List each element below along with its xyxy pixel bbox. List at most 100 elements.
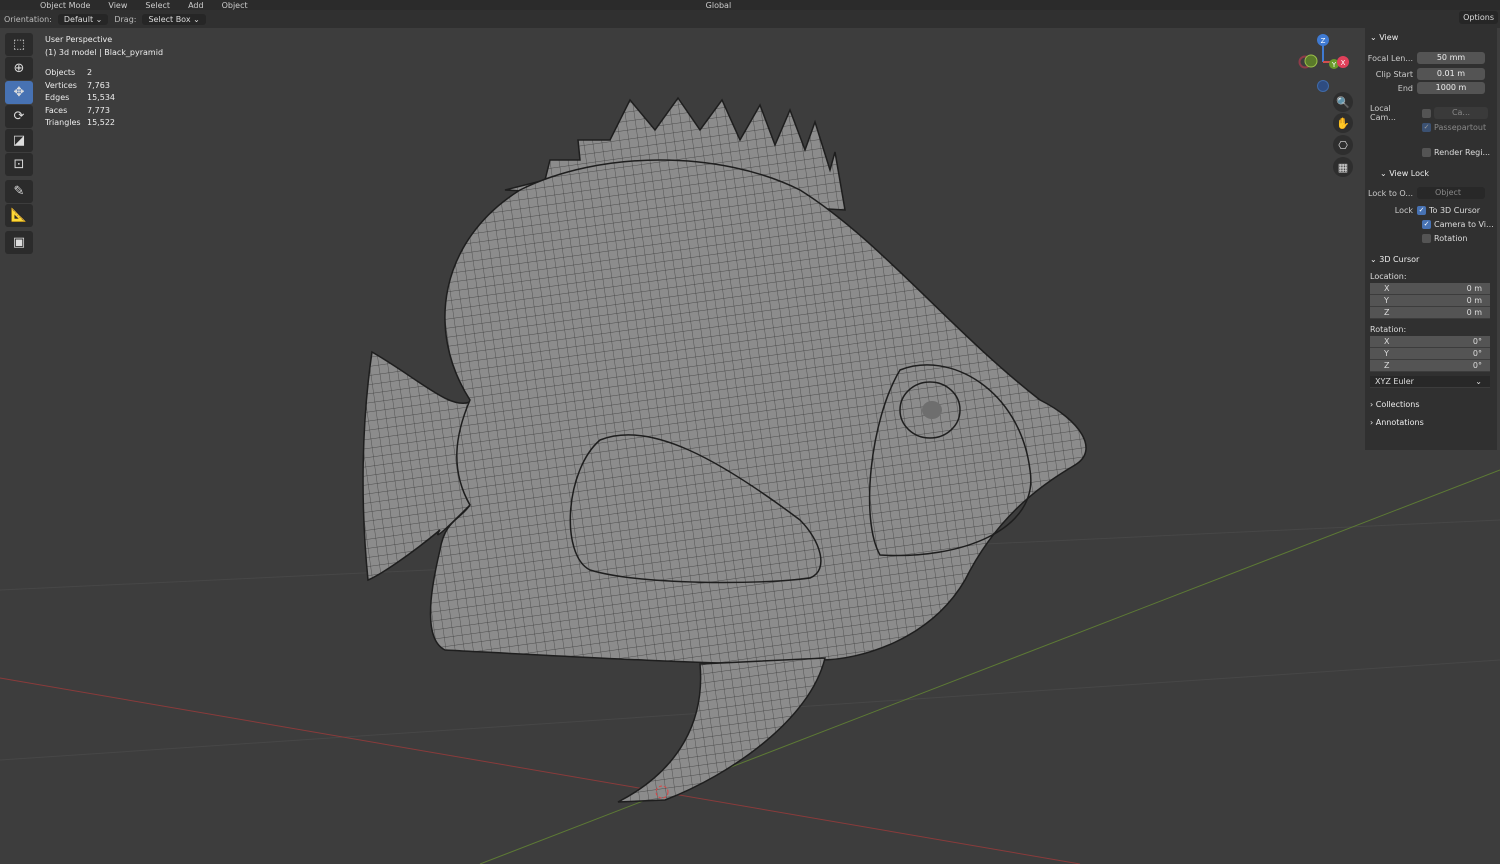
stat-label: Vertices: [45, 80, 77, 90]
orientation-dropdown[interactable]: Default ⌄: [57, 13, 109, 25]
camera-view-button[interactable]: ⎔: [1333, 135, 1353, 155]
add-cube-icon: ▣: [12, 235, 26, 250]
fish-body: [429, 159, 1087, 665]
menu-object[interactable]: Object: [222, 1, 248, 10]
transform-orientation-dropdown[interactable]: Global: [706, 1, 732, 10]
pan-button[interactable]: ✋: [1333, 113, 1353, 133]
lock-rotation-label: Rotation: [1434, 233, 1468, 243]
rotation-mode-value: XYZ Euler: [1375, 377, 1414, 386]
stat-row: Vertices 7,763: [45, 80, 163, 93]
options-button[interactable]: Options: [1459, 11, 1498, 24]
add-cube-tool[interactable]: ▣: [5, 231, 33, 254]
object-mode-dropdown[interactable]: Object Mode: [40, 1, 90, 10]
fish-mesh[interactable]: [362, 96, 1087, 803]
navigation-gizmo[interactable]: Z Y X: [1298, 34, 1350, 92]
menu-add[interactable]: Add: [188, 1, 204, 10]
camera-to-view-label: Camera to Vi...: [1434, 219, 1494, 229]
annotations-header[interactable]: › Annotations: [1365, 414, 1497, 430]
stat-value: 7,773: [87, 105, 110, 115]
clip-start-field[interactable]: 0.01 m: [1417, 68, 1485, 80]
scale-icon: ◪: [12, 133, 26, 148]
cursor-rotation-z-field[interactable]: Z 0°: [1370, 360, 1490, 372]
stat-label: Objects: [45, 68, 76, 77]
axis-value: 0°: [1472, 349, 1482, 358]
active-object-label: (1) 3d model | Black_pyramid: [45, 47, 164, 57]
eye-center: [922, 401, 942, 419]
stat-row: Edges 15,534: [45, 92, 163, 105]
x-axis-line: [0, 677, 1081, 864]
lock-to-object-field[interactable]: Object: [1417, 187, 1485, 199]
axis-value: 0 m: [1466, 308, 1482, 317]
cursor-tool[interactable]: ⊕: [5, 57, 33, 80]
tool-settings-bar: Orientation: Default ⌄ Drag: Select Box …: [0, 10, 1500, 28]
gizmo-y-label: Y: [1331, 61, 1337, 69]
cursor-rotation-x-field[interactable]: X 0°: [1370, 336, 1490, 348]
zoom-button[interactable]: 🔍: [1333, 92, 1353, 112]
camera-icon: ⎔: [1338, 138, 1348, 152]
lock-to-object-label: Lock to O...: [1368, 188, 1413, 198]
move-tool[interactable]: ✥: [5, 81, 33, 104]
stat-value: 2: [87, 68, 93, 77]
axis-label: Z: [1384, 308, 1390, 317]
local-camera-field[interactable]: Ca...: [1434, 107, 1488, 119]
zoom-icon: 🔍: [1336, 95, 1350, 109]
stat-value: 15,534: [87, 93, 115, 102]
local-camera-checkbox[interactable]: [1422, 108, 1431, 118]
tool-shelf: ⬚ ⊕ ✥ ⟳ ◪ ⊡ ✎ 📐 ▣: [5, 33, 33, 255]
cursor-location-y-field[interactable]: Y 0 m: [1370, 295, 1490, 307]
stat-label: Faces: [45, 105, 68, 115]
passepartout-checkbox[interactable]: ✓: [1422, 122, 1431, 132]
stat-row: Objects 2: [45, 67, 163, 80]
3d-cursor-header[interactable]: ⌄ 3D Cursor: [1365, 251, 1497, 267]
hand-icon: ✋: [1336, 116, 1350, 130]
lock-to-cursor-label: To 3D Cursor: [1429, 205, 1481, 215]
clip-end-label: End: [1397, 83, 1413, 93]
camera-to-view-checkbox[interactable]: ✓: [1422, 219, 1431, 229]
axis-label: X: [1384, 337, 1390, 346]
measure-tool[interactable]: 📐: [5, 204, 33, 227]
sidebar-n-panel: ⌄ View Focal Len... 50 mm Clip Start 0.01 …: [1365, 28, 1497, 450]
drag-dropdown[interactable]: Select Box ⌄: [142, 13, 206, 25]
cursor-rotation-y-field[interactable]: Y 0°: [1370, 348, 1490, 360]
stat-label: Edges: [45, 93, 70, 102]
rotate-tool[interactable]: ⟳: [5, 105, 33, 128]
cursor-icon: ⊕: [13, 61, 25, 76]
clip-start-label: Clip Start: [1375, 69, 1413, 79]
3d-viewport[interactable]: Z Y X: [0, 28, 1500, 864]
collections-header[interactable]: › Collections: [1365, 396, 1497, 412]
cursor-location-z-field[interactable]: Z 0 m: [1370, 307, 1490, 319]
header-bar: Object Mode View Select Add Object Globa…: [0, 0, 1500, 10]
view-section-header[interactable]: ⌄ View: [1365, 29, 1497, 45]
menu-view[interactable]: View: [108, 1, 127, 10]
axis-label: Y: [1384, 296, 1389, 305]
annotate-tool[interactable]: ✎: [5, 180, 33, 203]
gizmo-z-label: Z: [1321, 37, 1326, 45]
lock-rotation-checkbox[interactable]: [1422, 233, 1431, 243]
cursor-location-x-field[interactable]: X 0 m: [1370, 283, 1490, 295]
move-icon: ✥: [13, 85, 25, 100]
drag-value: Select Box: [148, 14, 191, 24]
axis-value: 0 m: [1466, 284, 1482, 293]
orientation-label: Orientation:: [4, 14, 52, 24]
viewport-info-overlay: User Perspective (1) 3d model | Black_py…: [45, 34, 163, 130]
axis-label: X: [1384, 284, 1390, 293]
stat-row: Triangles 15,522: [45, 117, 163, 130]
menu-select[interactable]: Select: [145, 1, 170, 10]
passepartout-label: Passepartout: [1434, 122, 1487, 132]
stat-row: Faces 7,773: [45, 105, 163, 118]
view-lock-header[interactable]: ⌄ View Lock: [1365, 165, 1497, 181]
axis-label: Z: [1384, 361, 1390, 370]
scale-tool[interactable]: ◪: [5, 129, 33, 152]
stat-label: Triangles: [45, 118, 81, 127]
annotations-title: Annotations: [1375, 417, 1424, 427]
ortho-toggle-button[interactable]: ▦: [1333, 157, 1353, 177]
lock-to-cursor-checkbox[interactable]: ✓: [1417, 205, 1426, 215]
rotation-mode-dropdown[interactable]: XYZ Euler ⌄: [1370, 376, 1490, 388]
clip-end-field[interactable]: 1000 m: [1417, 82, 1485, 94]
render-region-checkbox[interactable]: [1422, 147, 1431, 157]
gizmo-x-label: X: [1341, 59, 1346, 67]
select-box-tool[interactable]: ⬚: [5, 33, 33, 56]
location-label: Location:: [1370, 272, 1407, 281]
transform-tool[interactable]: ⊡: [5, 153, 33, 176]
focal-length-field[interactable]: 50 mm: [1417, 52, 1485, 64]
